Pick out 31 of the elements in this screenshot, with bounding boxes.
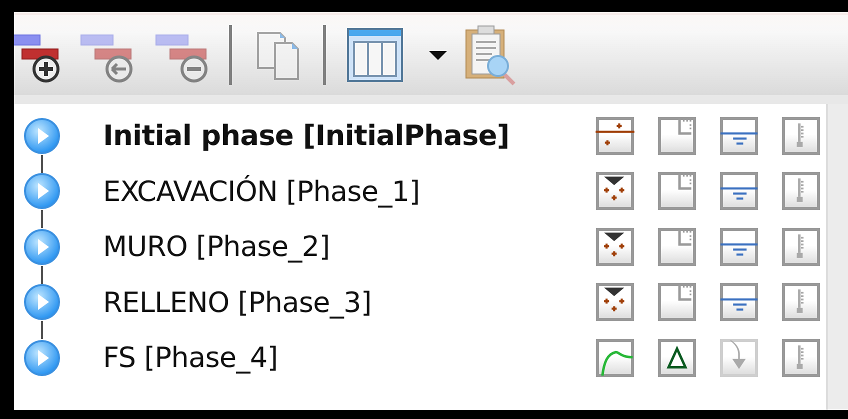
weight-crosses-icon[interactable] (596, 283, 634, 322)
notch-icon[interactable] (658, 228, 696, 266)
water-level-icon[interactable] (720, 116, 758, 155)
thermometer-icon[interactable] (782, 116, 820, 155)
phase-name[interactable]: EXCAVACIÓN [Phase_1] (103, 174, 420, 208)
phase-name[interactable]: FS [Phase_4] (103, 341, 278, 374)
water-level-icon[interactable] (720, 283, 758, 322)
phase-name[interactable]: MURO [Phase_2] (103, 230, 330, 264)
notch-icon[interactable] (658, 116, 696, 155)
clipboard-magnifier-icon[interactable] (464, 24, 518, 86)
line-crosses-icon[interactable] (596, 116, 634, 155)
notch-icon[interactable] (658, 172, 696, 210)
curve-icon[interactable] (596, 338, 634, 377)
thermometer-icon[interactable] (782, 228, 820, 266)
weight-crosses-icon[interactable] (596, 172, 634, 210)
play-icon[interactable] (23, 338, 61, 377)
table-icon[interactable] (346, 27, 404, 83)
play-icon[interactable] (23, 228, 61, 266)
notch-icon[interactable] (658, 283, 696, 322)
thermometer-icon[interactable] (782, 338, 820, 377)
phase-name[interactable]: RELLENO [Phase_3] (103, 286, 372, 319)
play-icon[interactable] (23, 283, 61, 322)
water-level-icon[interactable] (720, 228, 758, 266)
dropdown-arrow-icon[interactable] (429, 50, 447, 60)
thermometer-icon[interactable] (782, 283, 820, 322)
play-icon[interactable] (23, 172, 61, 210)
play-icon[interactable] (23, 116, 61, 155)
thermometer-icon[interactable] (782, 172, 820, 210)
water-level-icon[interactable] (720, 172, 758, 210)
weight-crosses-icon[interactable] (596, 228, 634, 266)
phase-name[interactable]: Initial phase [InitialPhase] (103, 119, 510, 152)
